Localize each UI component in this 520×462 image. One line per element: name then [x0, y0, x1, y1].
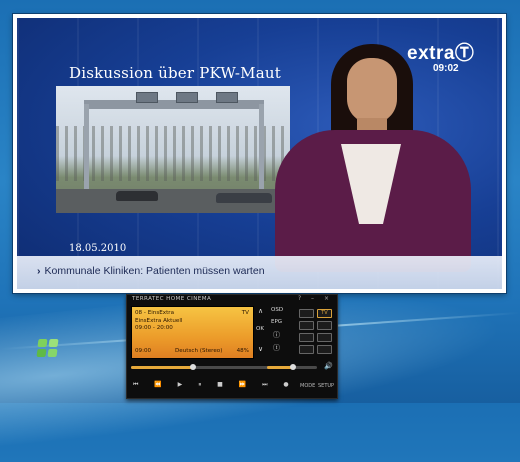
nav-up-button[interactable]: ∧: [258, 307, 263, 315]
clock-icon[interactable]: ⓣ: [273, 343, 280, 353]
on-air-clock: 09:02: [433, 63, 459, 74]
seek-handle[interactable]: [190, 364, 197, 370]
teletext-icon[interactable]: [299, 345, 314, 354]
volume-slider[interactable]: [267, 364, 315, 370]
audio-track: Deutsch (Stereo): [175, 348, 223, 354]
epg-button[interactable]: EPG: [271, 319, 282, 325]
car: [116, 191, 158, 201]
photo-trees: [56, 126, 290, 181]
car: [216, 193, 272, 203]
ticker-text: Kommunale Kliniken: Patienten müssen war…: [44, 265, 265, 277]
program-time: 09:00 - 20:00: [135, 325, 173, 331]
news-ticker: › Kommunale Kliniken: Patienten müssen wa…: [37, 265, 265, 277]
pip-icon[interactable]: [299, 333, 314, 342]
mode-button[interactable]: MODE: [300, 383, 315, 389]
news-headline: Diskussion über PKW-Maut: [69, 64, 281, 82]
screen-icon[interactable]: [299, 321, 314, 330]
transport-controls[interactable]: ⏮ ⏪ ▶ ⏸ ■ ⏩ ⏭ ●: [133, 381, 296, 389]
setup-button[interactable]: SETUP: [318, 383, 334, 389]
progress-percent: 48%: [236, 348, 249, 354]
ok-button[interactable]: OK: [256, 326, 264, 332]
navigation-pad[interactable]: ∧ OK ∨ OSD EPG ⓘ ⓣ: [255, 306, 289, 357]
windows-logo-icon: [36, 338, 62, 360]
toll-camera: [136, 92, 158, 103]
news-date: 18.05.2010: [69, 243, 127, 254]
gantry-leg-right: [259, 104, 264, 194]
toll-camera: [176, 92, 198, 103]
program-title: EinsExtra Aktuell: [135, 318, 183, 324]
toll-camera: [216, 92, 238, 103]
volume-handle[interactable]: [290, 364, 297, 370]
record-list-icon[interactable]: [317, 345, 332, 354]
channel-display: 08 - EinsExtra TV EinsExtra Aktuell 09:0…: [131, 306, 254, 359]
camera-icon[interactable]: [299, 309, 314, 318]
gantry-leg-left: [84, 104, 89, 194]
osd-button[interactable]: OSD: [271, 307, 283, 313]
channel-name: 08 - EinsExtra: [135, 310, 175, 316]
function-keys[interactable]: TV: [289, 306, 335, 357]
current-time: 09:00: [135, 348, 152, 354]
nav-down-button[interactable]: ∨: [258, 345, 263, 353]
channel-badge: TV: [241, 310, 249, 316]
player-control-panel[interactable]: TERRATEC HOME CINEMA ? – × 08 - EinsExtr…: [126, 294, 338, 399]
video-frame[interactable]: Diskussion über PKW-Maut extraⓉ 09:02 18…: [17, 18, 502, 289]
channel-logo: extraⓉ: [407, 43, 475, 64]
anchor-face: [347, 58, 397, 124]
snapshot-icon[interactable]: [317, 333, 332, 342]
speaker-icon[interactable]: 🔊: [324, 362, 333, 370]
chevron-right-icon: ›: [37, 265, 41, 277]
window-buttons[interactable]: ? – ×: [298, 295, 333, 302]
news-inset-photo: [56, 86, 290, 213]
info-icon[interactable]: ⓘ: [273, 330, 280, 340]
player-title: TERRATEC HOME CINEMA: [132, 296, 212, 302]
seek-fill: [131, 366, 194, 369]
video-window[interactable]: Diskussion über PKW-Maut extraⓉ 09:02 18…: [13, 14, 506, 293]
aspect-icon[interactable]: [317, 321, 332, 330]
tv-mode-button[interactable]: TV: [317, 309, 332, 318]
